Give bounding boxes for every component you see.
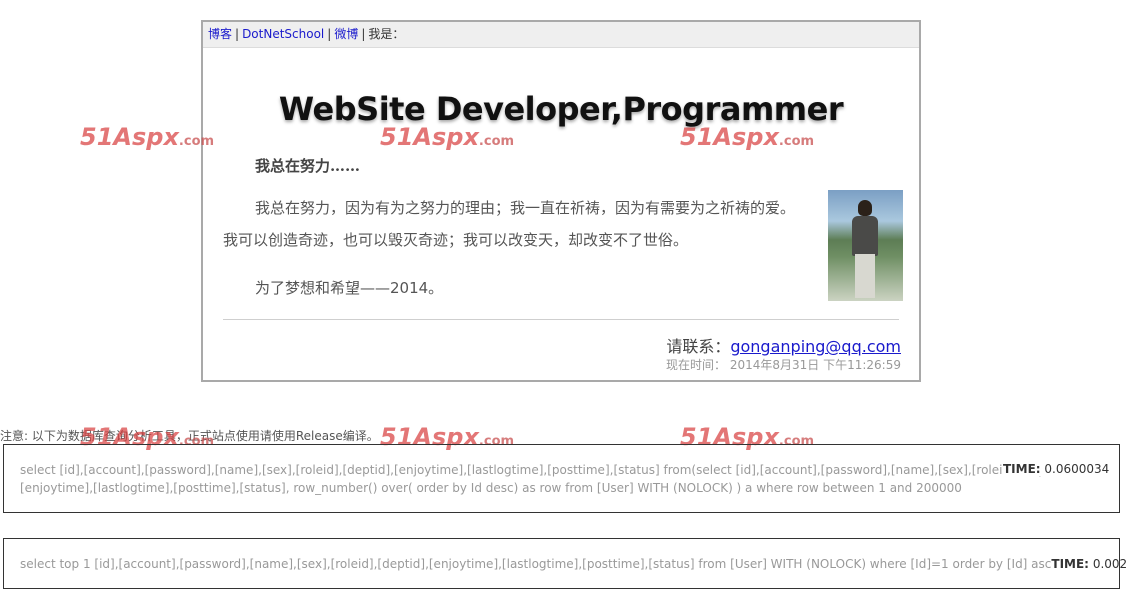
divider xyxy=(223,319,899,320)
nav-link-dotnetschool[interactable]: DotNetSchool xyxy=(242,27,324,41)
debug-note: 注意: 以下为数据库查询分析工具，正式站点使用请使用Release编译。 xyxy=(0,429,379,443)
sql-query-box: select top 1 [id],[account],[password],[… xyxy=(3,538,1126,589)
nav-separator: | xyxy=(327,27,332,41)
sql-time-label: TIME: xyxy=(1003,462,1041,476)
motto-paragraph: 为了梦想和希望——2014。 xyxy=(255,279,444,297)
sql-time: TIME: 0.0600034 xyxy=(1003,462,1110,476)
photo-person-legs xyxy=(855,254,875,298)
nav-iam-label: 我是： xyxy=(368,27,405,41)
nav-link-weibo[interactable]: 微博 xyxy=(334,27,358,41)
contact-email-link[interactable]: gonganping@qq.com xyxy=(730,337,901,356)
watermark-logo: 51Aspx.com xyxy=(80,123,215,151)
nav-separator: | xyxy=(235,27,240,41)
profile-card: 博客 | DotNetSchool | 微博 | 我是： WebSite Developer… xyxy=(201,20,921,382)
contact-line: 请联系：gonganping@qq.com xyxy=(666,333,901,357)
intro-paragraph: 我总在努力，因为有为之努力的理由；我一直在祈祷，因为有需要为之祈祷的爱。 我可以… xyxy=(223,199,796,249)
current-time: 现在时间： 2014年8月31日 下午11:26:59 xyxy=(666,358,901,372)
photo-person-body xyxy=(852,216,878,256)
photo-person-head xyxy=(858,200,872,216)
sql-time-label: TIME: xyxy=(1051,557,1089,571)
sql-query-box: select [id],[account],[password],[name],… xyxy=(3,444,1120,513)
profile-photo xyxy=(828,190,903,301)
sql-time-value: 0.0600034 xyxy=(1044,462,1110,476)
top-nav: 博客 | DotNetSchool | 微博 | 我是： xyxy=(203,22,919,48)
sql-time-value: 0.0020001 xyxy=(1092,557,1126,571)
sql-query-text: select top 1 [id],[account],[password],[… xyxy=(20,557,1052,571)
sql-query-text: select [id],[account],[password],[name],… xyxy=(20,463,1071,495)
page-title: WebSite Developer,Programmer xyxy=(278,90,844,128)
contact-label: 请联系： xyxy=(666,337,731,356)
sql-query-line: select top 1 [id],[account],[password],[… xyxy=(20,555,1126,573)
subhead: 我总在努力…… xyxy=(255,157,361,175)
nav-separator: | xyxy=(361,27,366,41)
nav-link-blog[interactable]: 博客 xyxy=(208,27,232,41)
